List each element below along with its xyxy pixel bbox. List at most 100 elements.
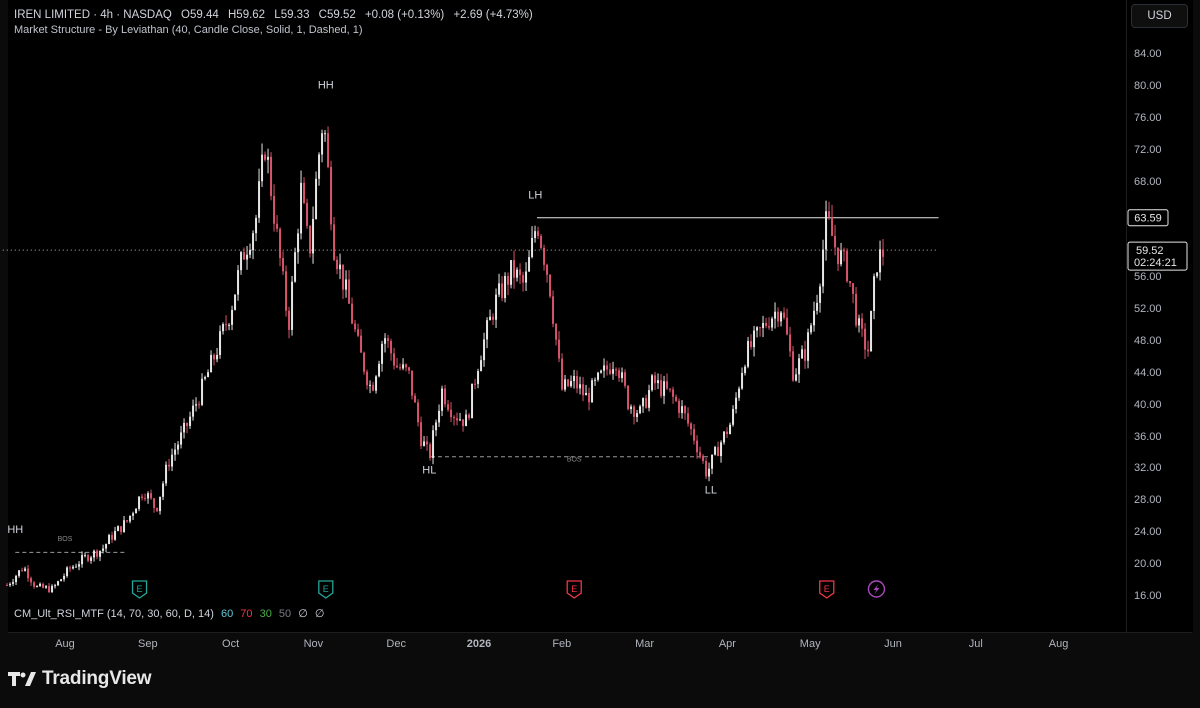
candle-body <box>60 579 63 582</box>
candle-body <box>675 396 678 401</box>
candle-body <box>759 327 762 329</box>
time-tick-label: Mar <box>635 638 655 650</box>
candle-body <box>528 257 531 272</box>
candle-body <box>828 211 831 217</box>
annotations-layer: HH HH LH HL LL BOS BOS <box>7 80 717 544</box>
candle-body <box>558 339 561 359</box>
level-price-label: 63.59 <box>1134 213 1162 225</box>
candle-body <box>234 294 237 310</box>
candle-body <box>168 464 171 467</box>
candle-body <box>222 324 225 332</box>
currency-button[interactable]: USD <box>1131 4 1188 28</box>
candle-body <box>282 258 285 272</box>
candle-body <box>813 310 816 326</box>
candle-body <box>447 404 450 410</box>
time-tick-label: May <box>799 638 821 650</box>
candle-body <box>342 264 345 290</box>
candle-body <box>276 223 279 229</box>
candle-body <box>522 274 525 283</box>
candle-body <box>429 444 432 459</box>
candle-body <box>552 296 555 324</box>
price-tick-label: 72.00 <box>1134 143 1162 156</box>
time-tick-label: Feb <box>552 638 572 650</box>
candle-body <box>204 377 207 379</box>
candle-body <box>12 582 15 584</box>
rsi-name: CM_Ult_RSI_MTF (14, 70, 30, 60, D, 14) <box>14 608 214 620</box>
candle-body <box>123 520 126 533</box>
candle-body <box>207 372 210 378</box>
candle-body <box>540 235 543 248</box>
candle-body <box>771 318 774 328</box>
levels-layer <box>0 217 939 553</box>
candle-body <box>750 341 753 348</box>
price-tick-label: 24.00 <box>1134 526 1162 539</box>
candle-body <box>426 441 429 445</box>
candle-body <box>432 430 435 459</box>
symbol-label[interactable]: IREN LIMITED · 4h · NASDAQ <box>14 9 172 21</box>
lightning-icon <box>873 584 880 594</box>
candle-body <box>648 390 651 408</box>
rsi-indicator-legend[interactable]: CM_Ult_RSI_MTF (14, 70, 30, 60, D, 14) 6… <box>14 607 328 620</box>
chart-window: HH HH LH HL LL BOS BOS EEEE 63.59 59.52 02:24:21… <box>0 0 1200 708</box>
candle-body <box>165 464 168 484</box>
candle-body <box>783 312 786 318</box>
candle-body <box>501 283 504 299</box>
low-value: 59.33 <box>280 9 310 21</box>
candle-body <box>285 271 288 311</box>
candle-body <box>288 310 291 330</box>
candlestick-chart[interactable]: HHHHLHHLLLBOSBOS EEEE 63.5959.5202:24:21 <box>0 0 1200 708</box>
change-since-value: +2.69 (+4.73%) <box>453 9 533 21</box>
open-value: 59.44 <box>190 9 219 21</box>
candle-body <box>180 432 183 445</box>
candle-body <box>132 513 135 516</box>
candle-body <box>240 252 243 271</box>
time-tick-label: 2026 <box>466 638 492 650</box>
time-tick-label: Dec <box>386 638 406 650</box>
candle-body <box>624 372 627 386</box>
candle-body <box>45 586 48 588</box>
candle-body <box>411 370 414 396</box>
candle-body <box>369 384 372 386</box>
candle-body <box>372 384 375 391</box>
indicator-title[interactable]: Market Structure - By Leviathan (40, Can… <box>14 23 533 38</box>
candle-body <box>297 233 300 253</box>
time-axis[interactable] <box>8 632 1192 655</box>
candle-body <box>642 398 645 407</box>
candle-body <box>693 429 696 441</box>
candle-body <box>690 423 693 430</box>
candle-body <box>477 371 480 384</box>
candle-body <box>534 231 537 238</box>
candle-body <box>264 154 267 160</box>
candle-body <box>327 133 330 167</box>
candle-body <box>456 418 459 421</box>
candle-body <box>609 369 612 374</box>
candle-body <box>90 557 93 561</box>
candle-body <box>471 383 474 419</box>
candle-body <box>864 328 867 350</box>
candle-body <box>597 372 600 380</box>
candle-body <box>36 586 39 588</box>
candle-body <box>162 483 165 497</box>
candle-body <box>153 498 156 508</box>
candle-body <box>147 493 150 499</box>
candle-body <box>417 402 420 423</box>
candle-body <box>414 395 417 403</box>
candle-body <box>291 281 294 330</box>
candle-body <box>618 370 621 379</box>
candle-body <box>606 365 609 370</box>
candle-body <box>777 311 780 322</box>
candle-body <box>585 392 588 396</box>
candle-body <box>306 202 309 226</box>
rsi-value-1: 60 <box>220 608 234 620</box>
candle-body <box>78 564 81 567</box>
candle-body <box>69 567 72 569</box>
candle-body <box>627 385 630 410</box>
tradingview-logo[interactable]: TradingView <box>8 668 152 690</box>
candle-body <box>54 585 57 587</box>
candle-body <box>543 247 546 265</box>
candle-body <box>708 468 711 477</box>
last-price-label: 59.52 <box>1136 245 1164 257</box>
candle-body <box>852 283 855 294</box>
candle-body <box>354 323 357 330</box>
candle-body <box>450 409 453 418</box>
